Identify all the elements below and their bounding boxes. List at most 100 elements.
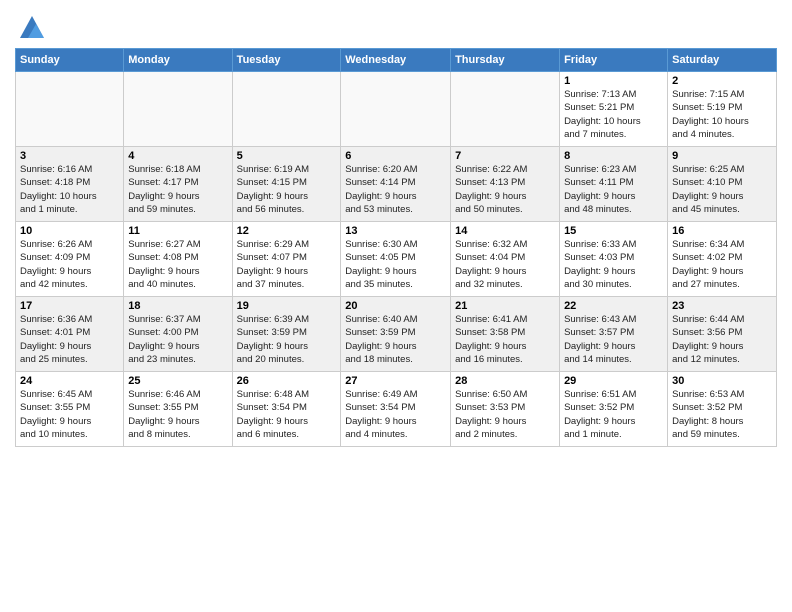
calendar-cell: 18Sunrise: 6:37 AM Sunset: 4:00 PM Dayli… bbox=[124, 297, 232, 372]
calendar-cell: 14Sunrise: 6:32 AM Sunset: 4:04 PM Dayli… bbox=[451, 222, 560, 297]
day-detail: Sunrise: 6:25 AM Sunset: 4:10 PM Dayligh… bbox=[672, 163, 772, 216]
calendar-cell: 28Sunrise: 6:50 AM Sunset: 3:53 PM Dayli… bbox=[451, 372, 560, 447]
calendar-cell: 20Sunrise: 6:40 AM Sunset: 3:59 PM Dayli… bbox=[341, 297, 451, 372]
calendar-cell: 4Sunrise: 6:18 AM Sunset: 4:17 PM Daylig… bbox=[124, 147, 232, 222]
calendar-header: SundayMondayTuesdayWednesdayThursdayFrid… bbox=[16, 49, 777, 72]
day-detail: Sunrise: 6:32 AM Sunset: 4:04 PM Dayligh… bbox=[455, 238, 555, 291]
calendar-cell: 26Sunrise: 6:48 AM Sunset: 3:54 PM Dayli… bbox=[232, 372, 341, 447]
day-number: 9 bbox=[672, 150, 772, 162]
calendar-cell: 13Sunrise: 6:30 AM Sunset: 4:05 PM Dayli… bbox=[341, 222, 451, 297]
calendar-cell: 5Sunrise: 6:19 AM Sunset: 4:15 PM Daylig… bbox=[232, 147, 341, 222]
header bbox=[15, 10, 777, 42]
calendar-body: 1Sunrise: 7:13 AM Sunset: 5:21 PM Daylig… bbox=[16, 72, 777, 447]
day-detail: Sunrise: 6:29 AM Sunset: 4:07 PM Dayligh… bbox=[237, 238, 337, 291]
day-number: 22 bbox=[564, 300, 663, 312]
calendar-cell: 24Sunrise: 6:45 AM Sunset: 3:55 PM Dayli… bbox=[16, 372, 124, 447]
calendar-cell: 17Sunrise: 6:36 AM Sunset: 4:01 PM Dayli… bbox=[16, 297, 124, 372]
logo-icon bbox=[18, 14, 46, 42]
weekday-header-friday: Friday bbox=[560, 49, 668, 72]
day-detail: Sunrise: 6:53 AM Sunset: 3:52 PM Dayligh… bbox=[672, 388, 772, 441]
day-number: 4 bbox=[128, 150, 227, 162]
day-number: 15 bbox=[564, 225, 663, 237]
logo bbox=[15, 14, 46, 42]
calendar-cell: 27Sunrise: 6:49 AM Sunset: 3:54 PM Dayli… bbox=[341, 372, 451, 447]
day-detail: Sunrise: 6:30 AM Sunset: 4:05 PM Dayligh… bbox=[345, 238, 446, 291]
calendar-cell: 8Sunrise: 6:23 AM Sunset: 4:11 PM Daylig… bbox=[560, 147, 668, 222]
day-detail: Sunrise: 6:37 AM Sunset: 4:00 PM Dayligh… bbox=[128, 313, 227, 366]
calendar-table: SundayMondayTuesdayWednesdayThursdayFrid… bbox=[15, 48, 777, 447]
weekday-header-monday: Monday bbox=[124, 49, 232, 72]
day-number: 10 bbox=[20, 225, 119, 237]
calendar-week-3: 17Sunrise: 6:36 AM Sunset: 4:01 PM Dayli… bbox=[16, 297, 777, 372]
day-detail: Sunrise: 6:27 AM Sunset: 4:08 PM Dayligh… bbox=[128, 238, 227, 291]
weekday-header-tuesday: Tuesday bbox=[232, 49, 341, 72]
day-number: 28 bbox=[455, 375, 555, 387]
calendar-cell bbox=[451, 72, 560, 147]
day-detail: Sunrise: 6:20 AM Sunset: 4:14 PM Dayligh… bbox=[345, 163, 446, 216]
day-number: 25 bbox=[128, 375, 227, 387]
calendar-cell: 15Sunrise: 6:33 AM Sunset: 4:03 PM Dayli… bbox=[560, 222, 668, 297]
day-number: 1 bbox=[564, 75, 663, 87]
calendar-cell bbox=[124, 72, 232, 147]
calendar-week-2: 10Sunrise: 6:26 AM Sunset: 4:09 PM Dayli… bbox=[16, 222, 777, 297]
page-container: SundayMondayTuesdayWednesdayThursdayFrid… bbox=[0, 0, 792, 452]
day-number: 24 bbox=[20, 375, 119, 387]
day-detail: Sunrise: 6:39 AM Sunset: 3:59 PM Dayligh… bbox=[237, 313, 337, 366]
day-number: 21 bbox=[455, 300, 555, 312]
day-detail: Sunrise: 6:51 AM Sunset: 3:52 PM Dayligh… bbox=[564, 388, 663, 441]
day-number: 30 bbox=[672, 375, 772, 387]
day-number: 11 bbox=[128, 225, 227, 237]
day-detail: Sunrise: 6:26 AM Sunset: 4:09 PM Dayligh… bbox=[20, 238, 119, 291]
day-number: 3 bbox=[20, 150, 119, 162]
day-number: 29 bbox=[564, 375, 663, 387]
calendar-cell: 19Sunrise: 6:39 AM Sunset: 3:59 PM Dayli… bbox=[232, 297, 341, 372]
day-number: 6 bbox=[345, 150, 446, 162]
calendar-cell: 9Sunrise: 6:25 AM Sunset: 4:10 PM Daylig… bbox=[668, 147, 777, 222]
day-number: 16 bbox=[672, 225, 772, 237]
calendar-cell: 30Sunrise: 6:53 AM Sunset: 3:52 PM Dayli… bbox=[668, 372, 777, 447]
calendar-cell: 11Sunrise: 6:27 AM Sunset: 4:08 PM Dayli… bbox=[124, 222, 232, 297]
day-number: 14 bbox=[455, 225, 555, 237]
weekday-header-thursday: Thursday bbox=[451, 49, 560, 72]
day-number: 12 bbox=[237, 225, 337, 237]
day-detail: Sunrise: 6:18 AM Sunset: 4:17 PM Dayligh… bbox=[128, 163, 227, 216]
calendar-cell: 16Sunrise: 6:34 AM Sunset: 4:02 PM Dayli… bbox=[668, 222, 777, 297]
calendar-cell bbox=[16, 72, 124, 147]
calendar-cell: 25Sunrise: 6:46 AM Sunset: 3:55 PM Dayli… bbox=[124, 372, 232, 447]
calendar-week-1: 3Sunrise: 6:16 AM Sunset: 4:18 PM Daylig… bbox=[16, 147, 777, 222]
calendar-cell: 3Sunrise: 6:16 AM Sunset: 4:18 PM Daylig… bbox=[16, 147, 124, 222]
calendar-cell: 29Sunrise: 6:51 AM Sunset: 3:52 PM Dayli… bbox=[560, 372, 668, 447]
day-number: 23 bbox=[672, 300, 772, 312]
day-detail: Sunrise: 6:34 AM Sunset: 4:02 PM Dayligh… bbox=[672, 238, 772, 291]
day-number: 8 bbox=[564, 150, 663, 162]
calendar-week-0: 1Sunrise: 7:13 AM Sunset: 5:21 PM Daylig… bbox=[16, 72, 777, 147]
day-detail: Sunrise: 6:44 AM Sunset: 3:56 PM Dayligh… bbox=[672, 313, 772, 366]
day-detail: Sunrise: 6:41 AM Sunset: 3:58 PM Dayligh… bbox=[455, 313, 555, 366]
calendar-cell: 21Sunrise: 6:41 AM Sunset: 3:58 PM Dayli… bbox=[451, 297, 560, 372]
day-detail: Sunrise: 6:40 AM Sunset: 3:59 PM Dayligh… bbox=[345, 313, 446, 366]
calendar-cell: 23Sunrise: 6:44 AM Sunset: 3:56 PM Dayli… bbox=[668, 297, 777, 372]
calendar-cell: 10Sunrise: 6:26 AM Sunset: 4:09 PM Dayli… bbox=[16, 222, 124, 297]
weekday-header-saturday: Saturday bbox=[668, 49, 777, 72]
calendar-cell: 2Sunrise: 7:15 AM Sunset: 5:19 PM Daylig… bbox=[668, 72, 777, 147]
day-detail: Sunrise: 6:50 AM Sunset: 3:53 PM Dayligh… bbox=[455, 388, 555, 441]
day-number: 20 bbox=[345, 300, 446, 312]
day-number: 26 bbox=[237, 375, 337, 387]
day-number: 2 bbox=[672, 75, 772, 87]
day-detail: Sunrise: 6:16 AM Sunset: 4:18 PM Dayligh… bbox=[20, 163, 119, 216]
day-detail: Sunrise: 6:45 AM Sunset: 3:55 PM Dayligh… bbox=[20, 388, 119, 441]
calendar-cell bbox=[341, 72, 451, 147]
day-number: 19 bbox=[237, 300, 337, 312]
day-number: 27 bbox=[345, 375, 446, 387]
calendar-cell: 1Sunrise: 7:13 AM Sunset: 5:21 PM Daylig… bbox=[560, 72, 668, 147]
day-detail: Sunrise: 6:43 AM Sunset: 3:57 PM Dayligh… bbox=[564, 313, 663, 366]
day-number: 7 bbox=[455, 150, 555, 162]
weekday-header-sunday: Sunday bbox=[16, 49, 124, 72]
day-detail: Sunrise: 6:46 AM Sunset: 3:55 PM Dayligh… bbox=[128, 388, 227, 441]
day-detail: Sunrise: 6:23 AM Sunset: 4:11 PM Dayligh… bbox=[564, 163, 663, 216]
day-number: 5 bbox=[237, 150, 337, 162]
day-number: 18 bbox=[128, 300, 227, 312]
day-number: 13 bbox=[345, 225, 446, 237]
day-number: 17 bbox=[20, 300, 119, 312]
calendar-cell bbox=[232, 72, 341, 147]
